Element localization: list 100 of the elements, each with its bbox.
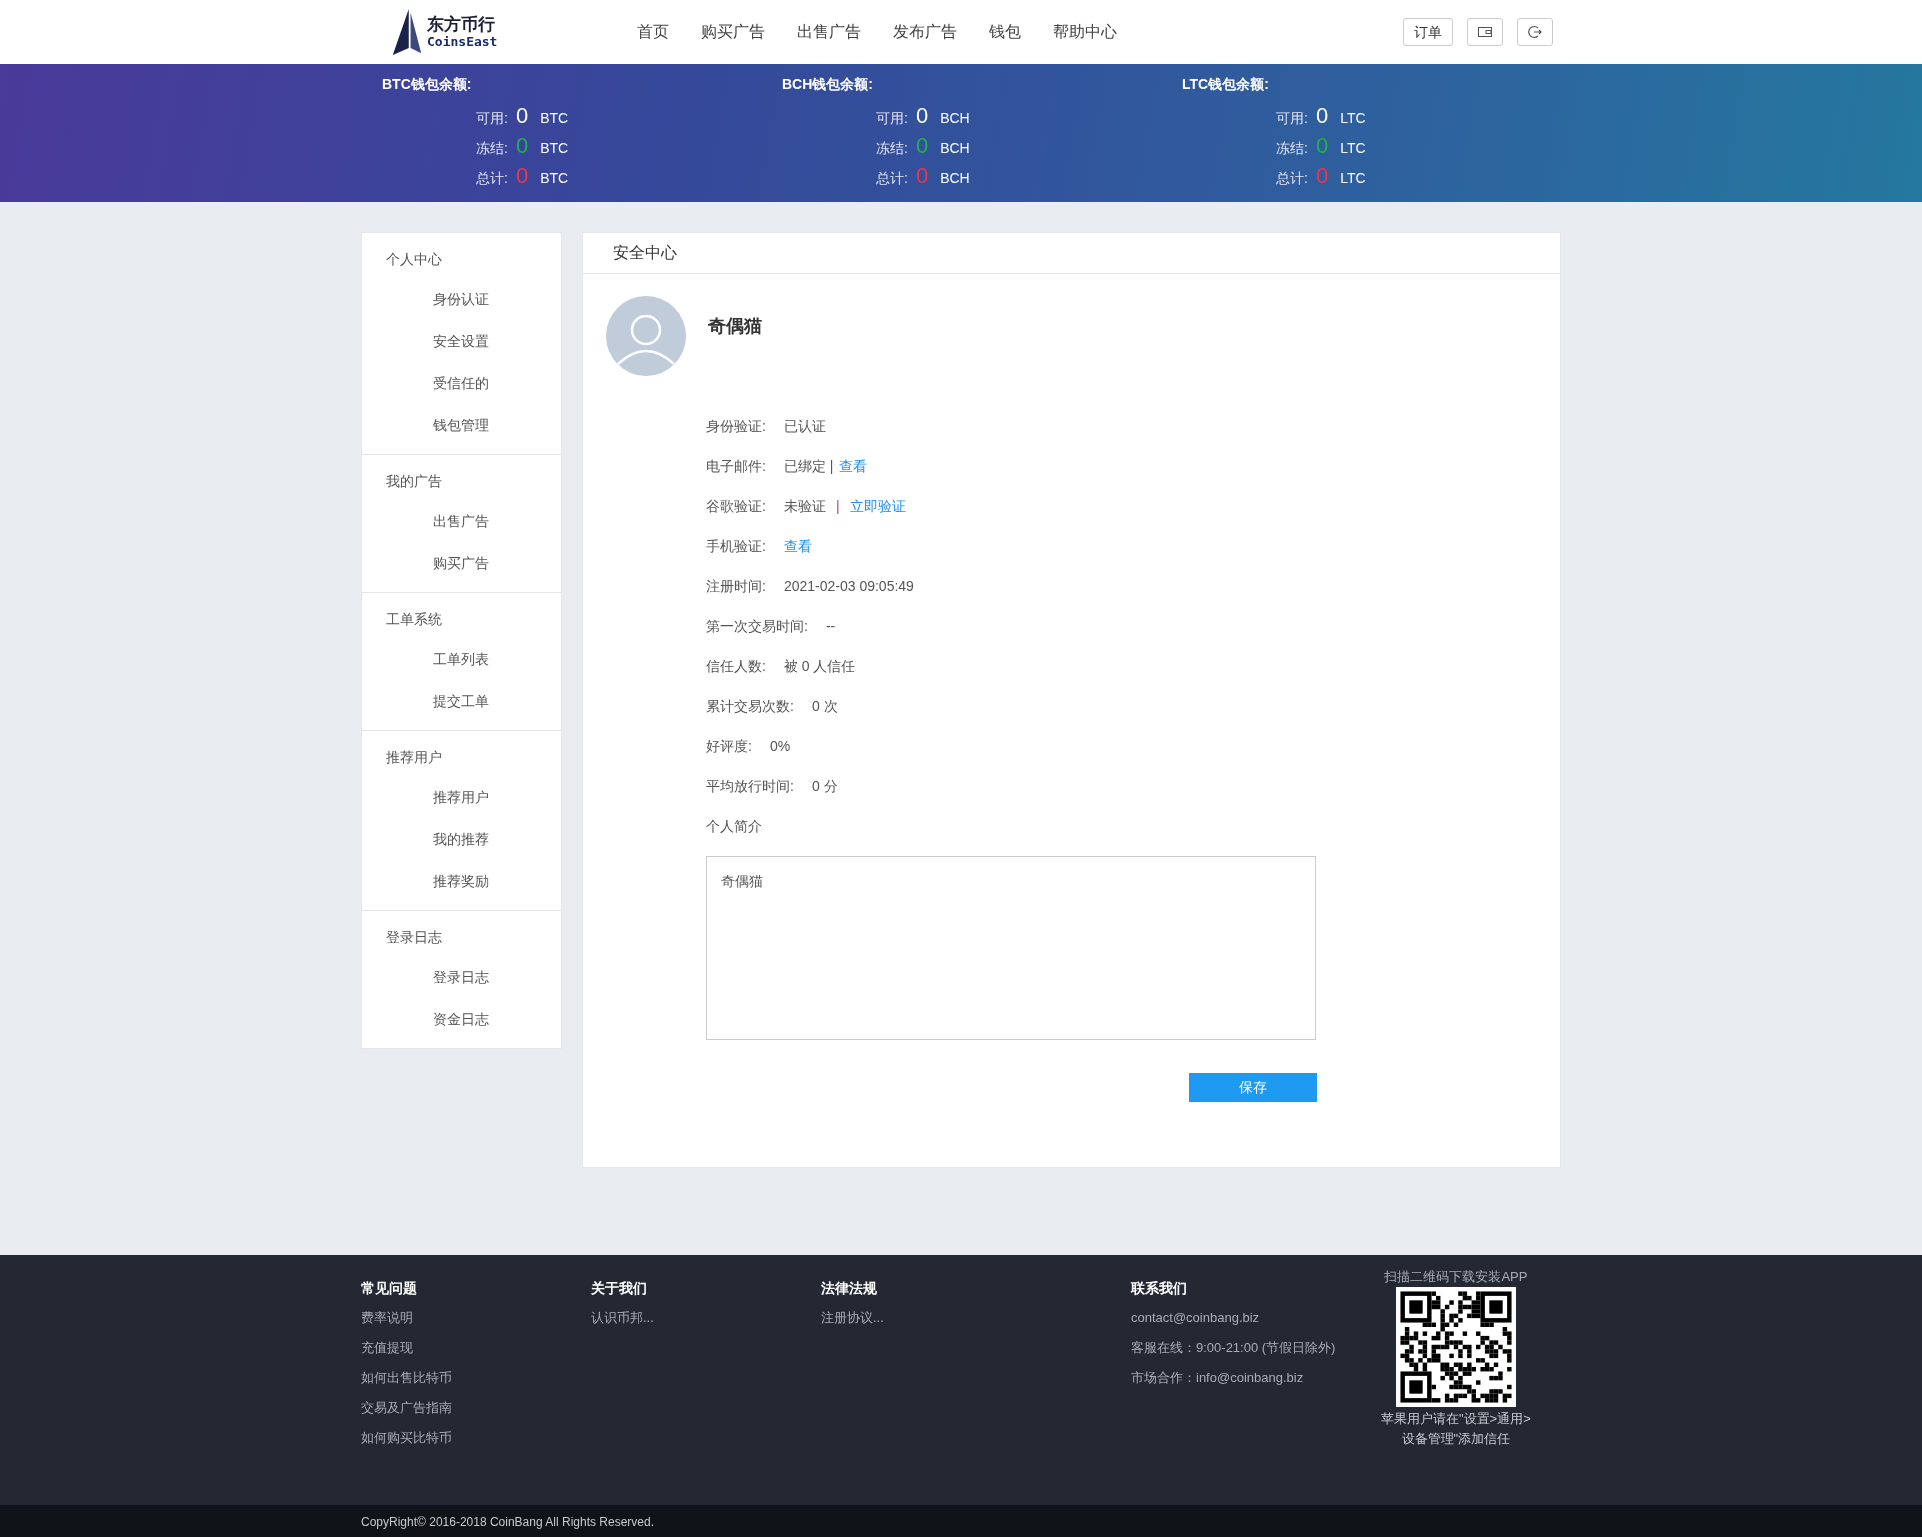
balance-value: 0 — [515, 102, 529, 130]
panel-title: 安全中心 — [613, 243, 677, 263]
nav-link[interactable]: 帮助中心 — [1053, 20, 1117, 44]
sidebar-item[interactable]: 资金日志 — [362, 998, 561, 1040]
sail-logo-icon — [391, 8, 423, 56]
sidebar-item[interactable]: 推荐用户 — [362, 776, 561, 818]
balance-label: 总计: — [1276, 169, 1308, 188]
wallet-title: BTC钱包余额: — [382, 75, 473, 94]
field-value: 已认证 — [783, 416, 826, 436]
qr-caption: 扫描二维码下载安装APP — [1384, 1268, 1528, 1286]
balance-unit: LTC — [1340, 169, 1366, 188]
nav-link[interactable]: 首页 — [637, 20, 669, 44]
separator: | — [835, 496, 840, 516]
balance-unit: BCH — [940, 109, 970, 128]
wallet-button[interactable] — [1467, 18, 1503, 46]
balance-label: 可用: — [876, 109, 908, 128]
sidebar-item[interactable]: 工单列表 — [362, 638, 561, 680]
balance-unit: LTC — [1340, 109, 1366, 128]
field-label: 注册时间: — [706, 576, 766, 596]
logo-name: 东方币行 — [427, 16, 496, 33]
nav-link[interactable]: 钱包 — [989, 20, 1021, 44]
balance-label: 冻结: — [476, 139, 508, 158]
nav-link[interactable]: 出售广告 — [797, 20, 861, 44]
field-value: 0% — [769, 736, 791, 756]
logo-subtitle: CoinsEast — [427, 35, 498, 48]
sidebar-item[interactable]: 购买广告 — [362, 542, 561, 584]
field-link[interactable]: 查看 — [839, 455, 868, 477]
sidebar-group-title: 我的广告 — [385, 472, 443, 491]
field-label: 手机验证: — [706, 536, 766, 556]
sidebar-item[interactable]: 提交工单 — [362, 680, 561, 722]
balance-label: 总计: — [476, 169, 508, 188]
footer-link[interactable]: 如何购买比特币 — [361, 1423, 591, 1453]
sidebar-item[interactable]: 推荐奖励 — [362, 860, 561, 902]
wallet-title: LTC钱包余额: — [1182, 75, 1270, 94]
field-label: 平均放行时间: — [706, 776, 794, 796]
bio-label: 个人简介 — [706, 816, 762, 836]
field-label: 身份验证: — [706, 416, 766, 436]
sidebar-group-title: 登录日志 — [385, 928, 443, 947]
footer-heading: 常见问题 — [361, 1278, 418, 1298]
field-link[interactable]: 查看 — [783, 535, 812, 557]
logout-button[interactable] — [1517, 18, 1553, 46]
field-label: 第一次交易时间: — [706, 616, 808, 636]
balance-value: 0 — [1315, 102, 1329, 130]
sidebar-group-title: 工单系统 — [385, 610, 443, 629]
footer-link[interactable]: 注册协议... — [821, 1303, 1051, 1333]
balance-unit: BTC — [540, 139, 569, 158]
sidebar-item[interactable]: 受信任的 — [362, 362, 561, 404]
footer-link[interactable]: 交易及广告指南 — [361, 1393, 591, 1423]
field-value: -- — [825, 616, 836, 636]
sidebar-item[interactable]: 身份认证 — [362, 278, 561, 320]
copyright: CopyRight© 2016-2018 CoinBang All Rights Reserved. — [361, 1515, 654, 1529]
balance-label: 冻结: — [1276, 139, 1308, 158]
logout-icon — [1528, 25, 1542, 39]
balance-unit: BTC — [540, 169, 569, 188]
balance-value: 0 — [1315, 162, 1329, 190]
footer-link[interactable]: 费率说明 — [361, 1303, 591, 1333]
sidebar-item[interactable]: 钱包管理 — [362, 404, 561, 446]
orders-button[interactable]: 订单 — [1403, 18, 1453, 46]
field-label: 电子邮件: — [706, 456, 766, 476]
balance-value: 0 — [915, 162, 929, 190]
field-value: 0 分 — [811, 776, 838, 796]
field-label: 谷歌验证: — [706, 496, 766, 516]
qr-note: 苹果用户请在"设置>通用> 设备管理"添加信任 — [1381, 1409, 1531, 1448]
field-label: 信任人数: — [706, 656, 766, 676]
nav-link[interactable]: 发布广告 — [893, 20, 957, 44]
footer-link[interactable]: 如何出售比特币 — [361, 1363, 591, 1393]
balance-label: 可用: — [476, 109, 508, 128]
balance-value: 0 — [515, 132, 529, 160]
bio-field[interactable]: 奇偶猫 — [706, 856, 1316, 1040]
footer-link[interactable]: 认识币邦... — [591, 1303, 821, 1333]
sidebar-group-title: 个人中心 — [385, 250, 443, 269]
balance-label: 冻结: — [876, 139, 908, 158]
field-value: 已绑定 | — [783, 456, 834, 476]
balance-unit: LTC — [1340, 139, 1366, 158]
field-value: 2021-02-03 09:05:49 — [783, 576, 914, 596]
wallet-title: BCH钱包余额: — [782, 75, 874, 94]
field-label: 好评度: — [706, 736, 752, 756]
field-label: 累计交易次数: — [706, 696, 794, 716]
balance-unit: BCH — [940, 169, 970, 188]
field-value: 被 0 人信任 — [783, 656, 856, 676]
balance-unit: BTC — [540, 109, 569, 128]
contact-line: 客服在线：9:00-21:00 (节假日除外) — [1131, 1339, 1337, 1358]
balance-label: 可用: — [1276, 109, 1308, 128]
nav-link[interactable]: 购买广告 — [701, 20, 765, 44]
balance-unit: BCH — [940, 139, 970, 158]
sidebar-item[interactable]: 出售广告 — [362, 500, 561, 542]
sidebar-item[interactable]: 登录日志 — [362, 956, 561, 998]
footer-heading: 法律法规 — [821, 1278, 878, 1298]
sidebar-item[interactable]: 我的推荐 — [362, 818, 561, 860]
contact-line: 市场合作：info@coinbang.biz — [1131, 1369, 1305, 1388]
contact-line: contact@coinbang.biz — [1131, 1309, 1261, 1328]
sidebar-item[interactable]: 安全设置 — [362, 320, 561, 362]
balance-value: 0 — [915, 132, 929, 160]
balance-value: 0 — [915, 102, 929, 130]
footer-heading: 联系我们 — [1131, 1278, 1188, 1298]
field-value: 未验证 — [783, 496, 826, 516]
field-value: 0 次 — [811, 696, 838, 716]
footer-link[interactable]: 充值提现 — [361, 1333, 591, 1363]
wallet-icon — [1478, 27, 1492, 37]
balance-label: 总计: — [876, 169, 908, 188]
